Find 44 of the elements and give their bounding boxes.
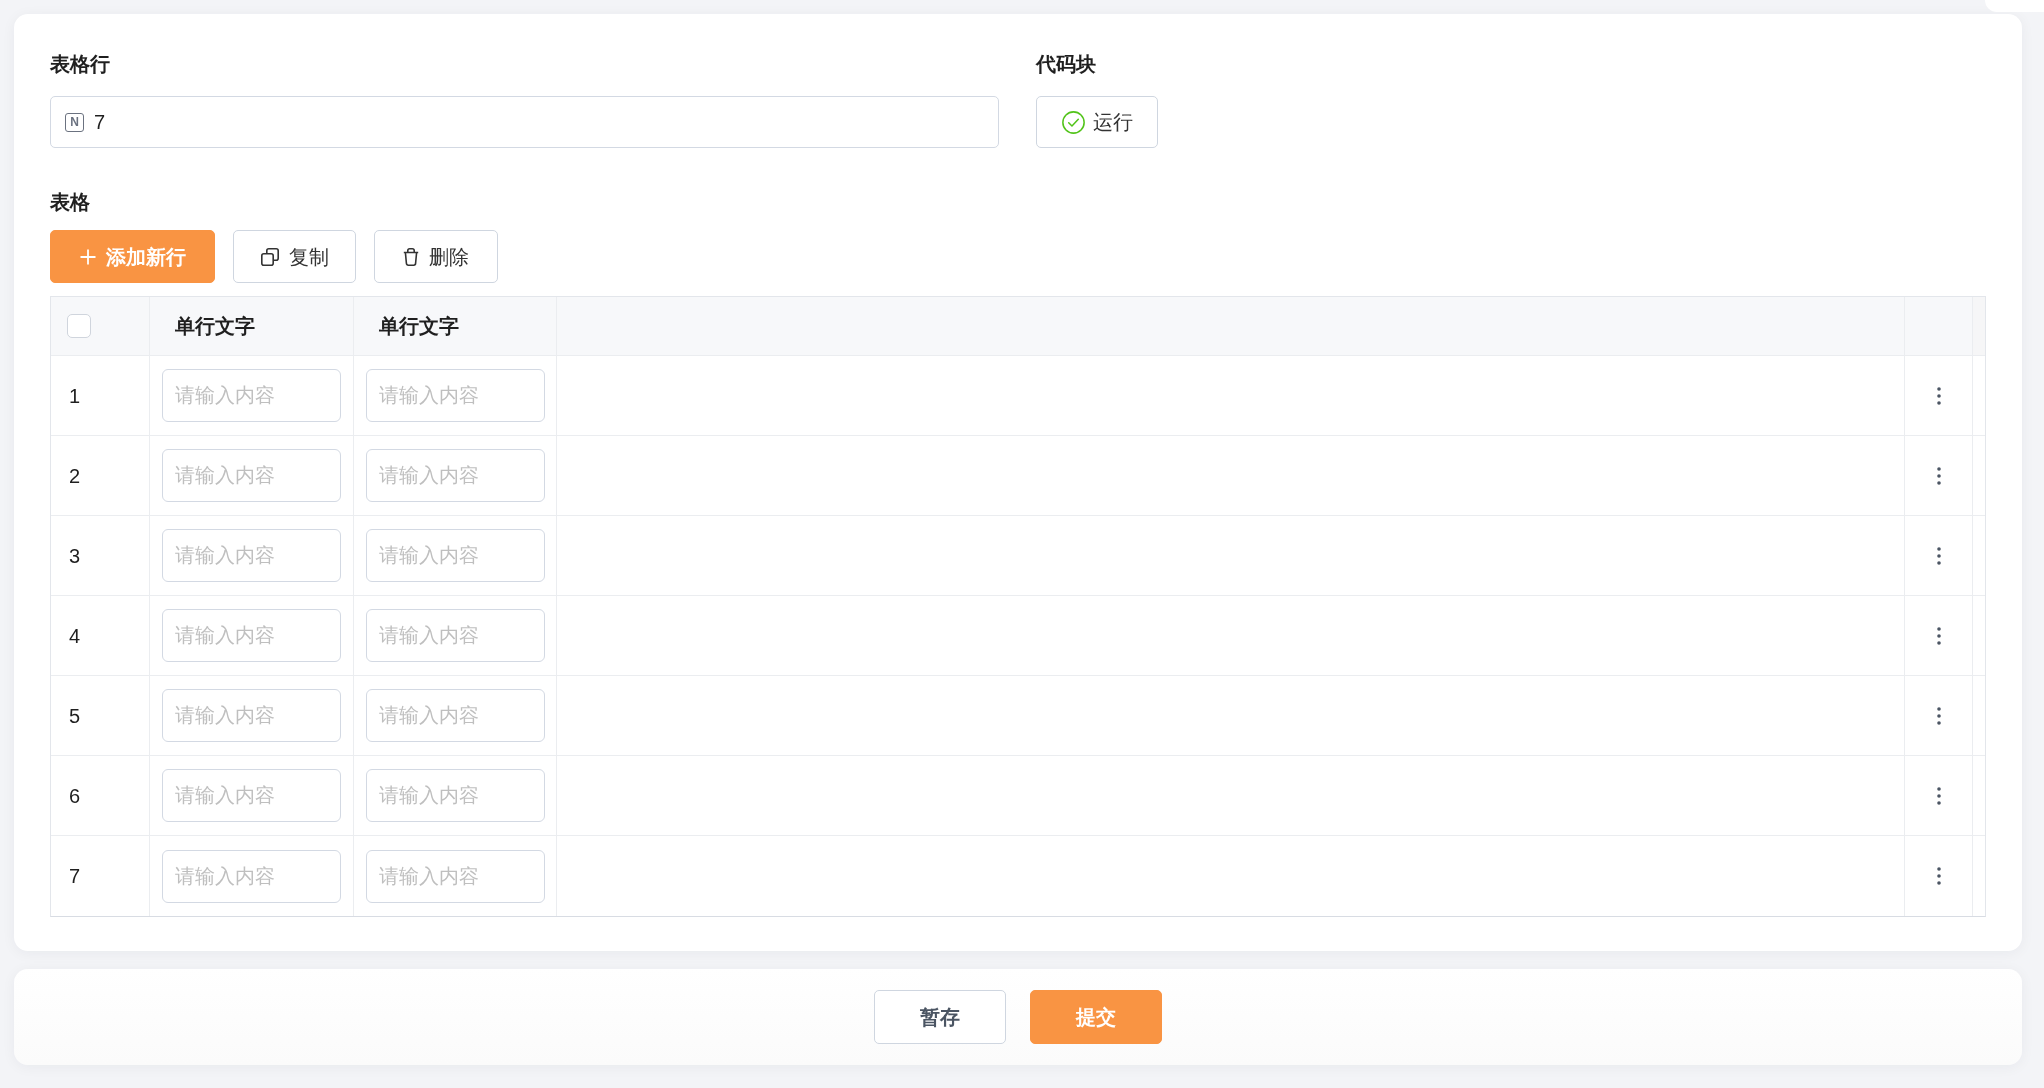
row-number: 5 xyxy=(69,703,81,729)
plus-icon xyxy=(79,248,96,265)
text-input[interactable]: 请输入内容 xyxy=(366,769,545,822)
trash-icon xyxy=(403,247,419,266)
text-input[interactable]: 请输入内容 xyxy=(366,529,545,582)
more-icon[interactable] xyxy=(1936,546,1941,565)
row-number: 2 xyxy=(69,463,81,489)
section-label: 表格 xyxy=(50,190,90,215)
text-input[interactable]: 请输入内容 xyxy=(162,769,341,822)
row-number: 7 xyxy=(69,864,81,889)
text-input[interactable]: 请输入内容 xyxy=(162,689,341,742)
text-input[interactable]: 请输入内容 xyxy=(366,369,545,422)
field-label: 表格行 xyxy=(50,52,110,77)
check-circle-icon xyxy=(1061,110,1085,134)
more-icon[interactable] xyxy=(1936,706,1941,725)
copy-icon xyxy=(260,247,279,266)
row-number: 6 xyxy=(69,783,81,809)
row-number: 3 xyxy=(69,543,81,569)
text-input[interactable]: 请输入内容 xyxy=(162,609,341,662)
save-draft-button[interactable]: 暂存 xyxy=(874,990,1006,1044)
more-icon[interactable] xyxy=(1936,626,1941,645)
run-button[interactable]: 运行 xyxy=(1036,96,1158,148)
text-input[interactable]: 请输入内容 xyxy=(366,689,545,742)
row-number: 1 xyxy=(69,383,81,409)
checkbox[interactable] xyxy=(67,314,91,338)
row-number: 4 xyxy=(69,623,81,649)
more-icon[interactable] xyxy=(1936,786,1941,805)
number-type-icon: N xyxy=(65,112,84,132)
text-input[interactable]: 请输入内容 xyxy=(366,449,545,502)
delete-button[interactable]: 删除 xyxy=(374,230,498,283)
text-input[interactable]: 请输入内容 xyxy=(162,529,341,582)
more-icon[interactable] xyxy=(1936,386,1941,405)
text-input[interactable]: 请输入内容 xyxy=(162,449,341,502)
text-input[interactable]: 请输入内容 xyxy=(366,849,545,903)
field-label: 代码块 xyxy=(1036,52,1096,77)
copy-button[interactable]: 复制 xyxy=(233,230,356,283)
column-header: 单行文字 xyxy=(175,314,255,339)
column-header: 单行文字 xyxy=(379,314,459,339)
more-icon[interactable] xyxy=(1936,867,1941,885)
text-input[interactable]: 请输入内容 xyxy=(366,609,545,662)
more-icon[interactable] xyxy=(1936,466,1941,485)
text-input[interactable]: 请输入内容 xyxy=(162,849,341,903)
number-input[interactable]: N 7 xyxy=(50,96,999,148)
text-input[interactable]: 请输入内容 xyxy=(162,369,341,422)
